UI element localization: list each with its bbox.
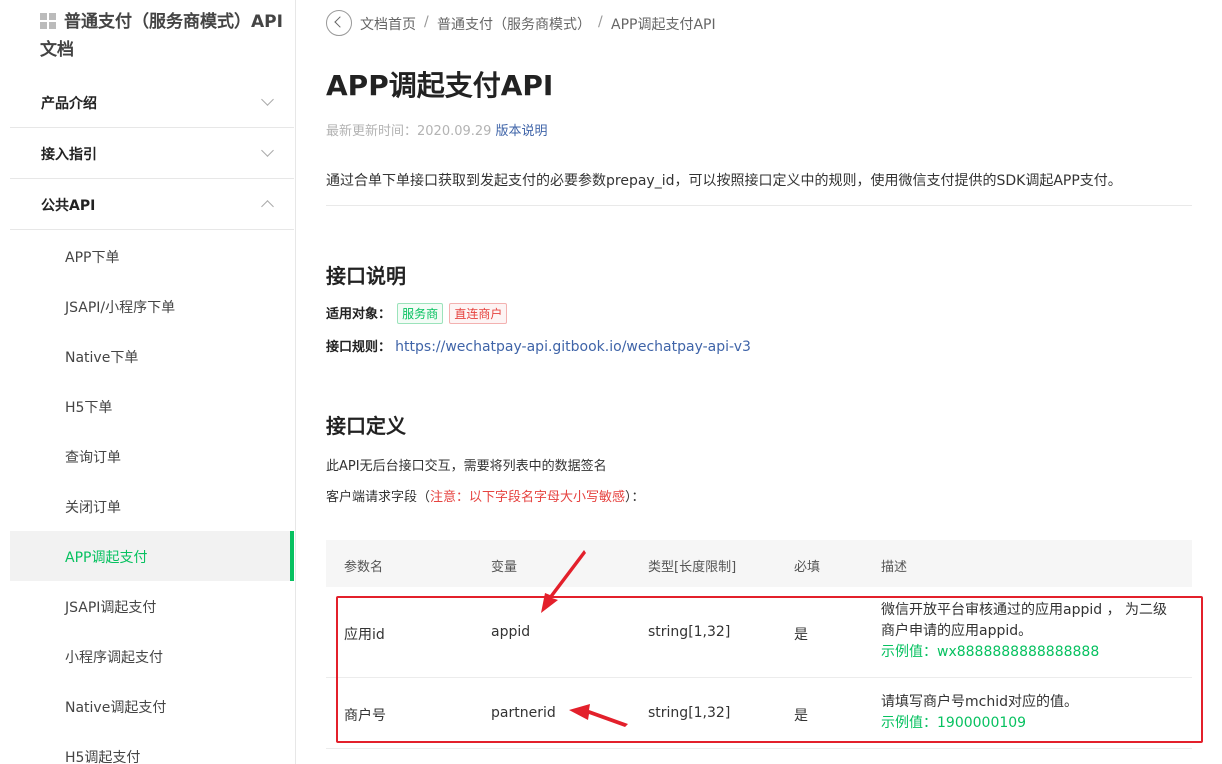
- annotation-arrows: [541, 550, 628, 727]
- arrow-partnerid-icon: [569, 704, 628, 727]
- arrow-appid-icon: [541, 550, 586, 613]
